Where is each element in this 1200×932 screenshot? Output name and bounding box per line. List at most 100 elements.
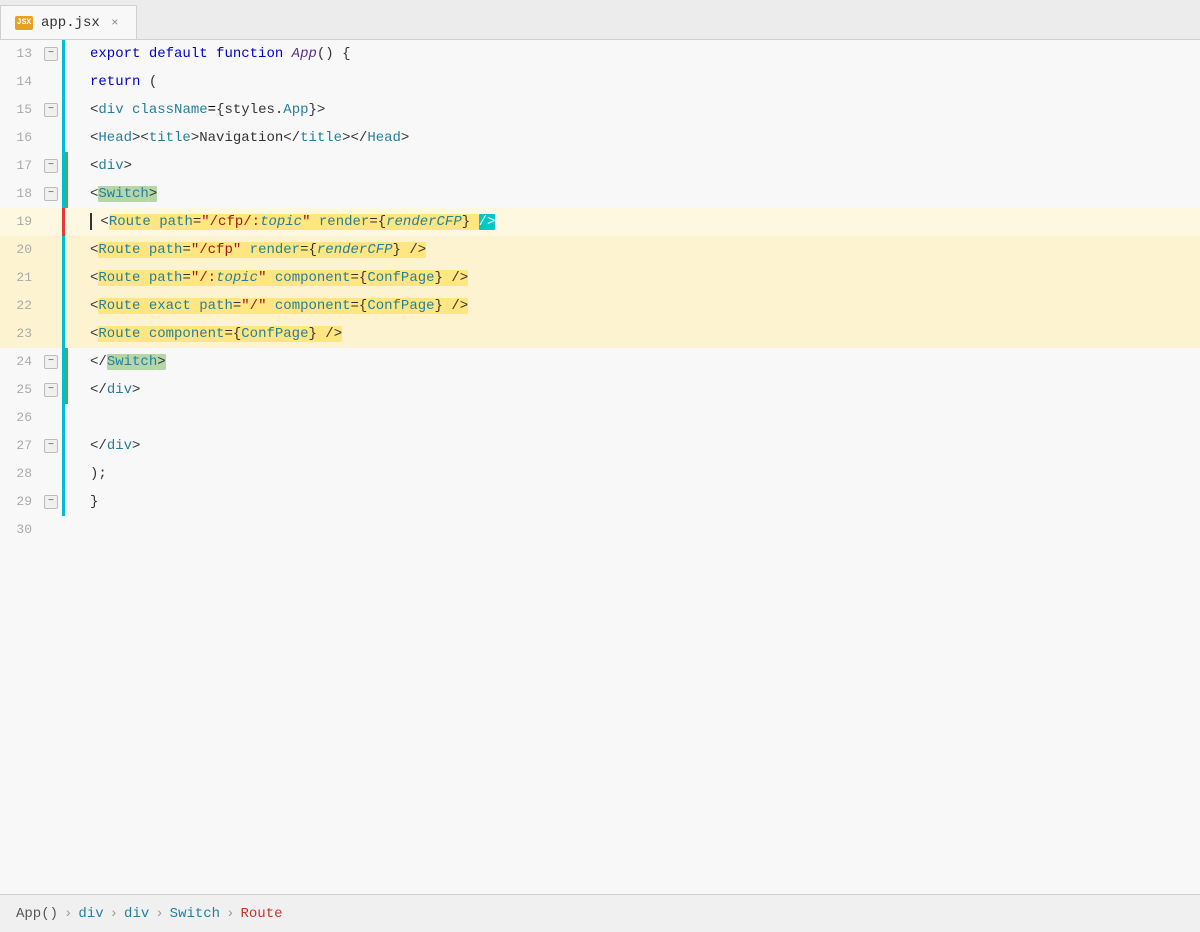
line-number-27: 27 [0, 432, 40, 460]
line-number-23: 23 [0, 320, 40, 348]
fold-button-18[interactable]: − [44, 187, 58, 201]
line-number-18: 18 [0, 180, 40, 208]
code-content-15[interactable]: <div className={styles.App}> [88, 96, 1200, 124]
code-line-15: 15− <div className={styles.App}> [0, 96, 1200, 124]
code-line-28: 28 ); [0, 460, 1200, 488]
gutter-bars-18 [62, 180, 88, 208]
cyan-indicator-27 [62, 432, 65, 460]
fold-area-25[interactable]: − [40, 376, 62, 404]
line-number-28: 28 [0, 460, 40, 488]
code-line-18: 18− <Switch> [0, 180, 1200, 208]
fold-area-27[interactable]: − [40, 432, 62, 460]
line-number-30: 30 [0, 516, 40, 544]
gutter-bars-21 [62, 264, 88, 292]
cyan-indicator-23 [62, 320, 65, 348]
fold-area-17[interactable]: − [40, 152, 62, 180]
fold-button-13[interactable]: − [44, 47, 58, 61]
fold-area-29[interactable]: − [40, 488, 62, 516]
code-line-16: 16 <Head><title>Navigation</title></Head… [0, 124, 1200, 152]
jsx-icon: JSX [15, 16, 33, 30]
cyan-indicator-15 [62, 96, 65, 124]
cyan-indicator-22 [62, 292, 65, 320]
gutter-bars-16 [62, 124, 88, 152]
fold-area-14 [40, 68, 62, 96]
fold-area-28 [40, 460, 62, 488]
code-content-30[interactable] [88, 516, 1200, 544]
cyan-indicator-28 [62, 460, 65, 488]
code-line-14: 14 return ( [0, 68, 1200, 96]
code-line-13: 13−export default function App() { [0, 40, 1200, 68]
tab-app-jsx[interactable]: JSX app.jsx × [0, 5, 137, 39]
gutter-bars-15 [62, 96, 88, 124]
fold-area-26 [40, 404, 62, 432]
cyan-indicator-20 [62, 236, 65, 264]
code-content-17[interactable]: <div> [88, 152, 1200, 180]
gutter-bars-29 [62, 488, 88, 516]
tab-bar: JSX app.jsx × [0, 0, 1200, 40]
code-content-27[interactable]: </div> [88, 432, 1200, 460]
gutter-bars-24 [62, 348, 88, 376]
code-content-20[interactable]: <Route path="/cfp" render={renderCFP} /> [88, 236, 1200, 264]
code-content-24[interactable]: </Switch> [88, 348, 1200, 376]
fold-area-21 [40, 264, 62, 292]
breadcrumb-switch: Switch [170, 906, 220, 922]
gutter-bars-22 [62, 292, 88, 320]
gutter-bars-25 [62, 376, 88, 404]
line-number-25: 25 [0, 376, 40, 404]
code-content-23[interactable]: <Route component={ConfPage} /> [88, 320, 1200, 348]
line-number-22: 22 [0, 292, 40, 320]
fold-area-16 [40, 124, 62, 152]
fold-button-29[interactable]: − [44, 495, 58, 509]
code-line-22: 22 <Route exact path="/" component={Conf… [0, 292, 1200, 320]
fold-area-23 [40, 320, 62, 348]
line-number-14: 14 [0, 68, 40, 96]
code-line-19: 19 <Route path="/cfp/:topic" render={ren… [0, 208, 1200, 236]
fold-area-18[interactable]: − [40, 180, 62, 208]
gutter-bars-17 [62, 152, 88, 180]
green-indicator-24 [65, 348, 68, 376]
fold-button-27[interactable]: − [44, 439, 58, 453]
line-number-19: 19 [0, 208, 40, 236]
tab-close-button[interactable]: × [108, 16, 122, 30]
code-content-22[interactable]: <Route exact path="/" component={ConfPag… [88, 292, 1200, 320]
code-content-13[interactable]: export default function App() { [88, 40, 1200, 68]
code-content-25[interactable]: </div> [88, 376, 1200, 404]
code-content-19[interactable]: <Route path="/cfp/:topic" render={render… [88, 208, 1200, 236]
fold-button-25[interactable]: − [44, 383, 58, 397]
fold-button-15[interactable]: − [44, 103, 58, 117]
line-number-17: 17 [0, 152, 40, 180]
code-content-28[interactable]: ); [88, 460, 1200, 488]
breadcrumb-app: App() [16, 906, 58, 922]
line-number-15: 15 [0, 96, 40, 124]
status-bar: App() › div › div › Switch › Route [0, 894, 1200, 932]
fold-area-30 [40, 516, 62, 544]
breadcrumb-div1: div [78, 906, 103, 922]
green-indicator-17 [65, 152, 68, 180]
green-indicator-25 [65, 376, 68, 404]
gutter-bars-14 [62, 68, 88, 96]
fold-area-24[interactable]: − [40, 348, 62, 376]
code-content-14[interactable]: return ( [88, 68, 1200, 96]
text-cursor [90, 213, 92, 230]
code-content-18[interactable]: <Switch> [88, 180, 1200, 208]
fold-area-13[interactable]: − [40, 40, 62, 68]
code-content-29[interactable]: } [88, 488, 1200, 516]
code-content-16[interactable]: <Head><title>Navigation</title></Head> [88, 124, 1200, 152]
green-indicator-18 [65, 180, 68, 208]
fold-area-20 [40, 236, 62, 264]
line-number-21: 21 [0, 264, 40, 292]
fold-button-17[interactable]: − [44, 159, 58, 173]
code-content-26[interactable] [88, 404, 1200, 432]
fold-area-15[interactable]: − [40, 96, 62, 124]
gutter-bars-13 [62, 40, 88, 68]
fold-button-24[interactable]: − [44, 355, 58, 369]
code-lines: 13−export default function App() {14 ret… [0, 40, 1200, 894]
code-line-20: 20 <Route path="/cfp" render={renderCFP}… [0, 236, 1200, 264]
code-line-27: 27− </div> [0, 432, 1200, 460]
line-number-26: 26 [0, 404, 40, 432]
code-content-21[interactable]: <Route path="/:topic" component={ConfPag… [88, 264, 1200, 292]
gutter-bars-30 [62, 516, 88, 544]
code-line-24: 24− </Switch> [0, 348, 1200, 376]
error-indicator-19 [62, 208, 65, 236]
cyan-indicator-13 [62, 40, 65, 68]
